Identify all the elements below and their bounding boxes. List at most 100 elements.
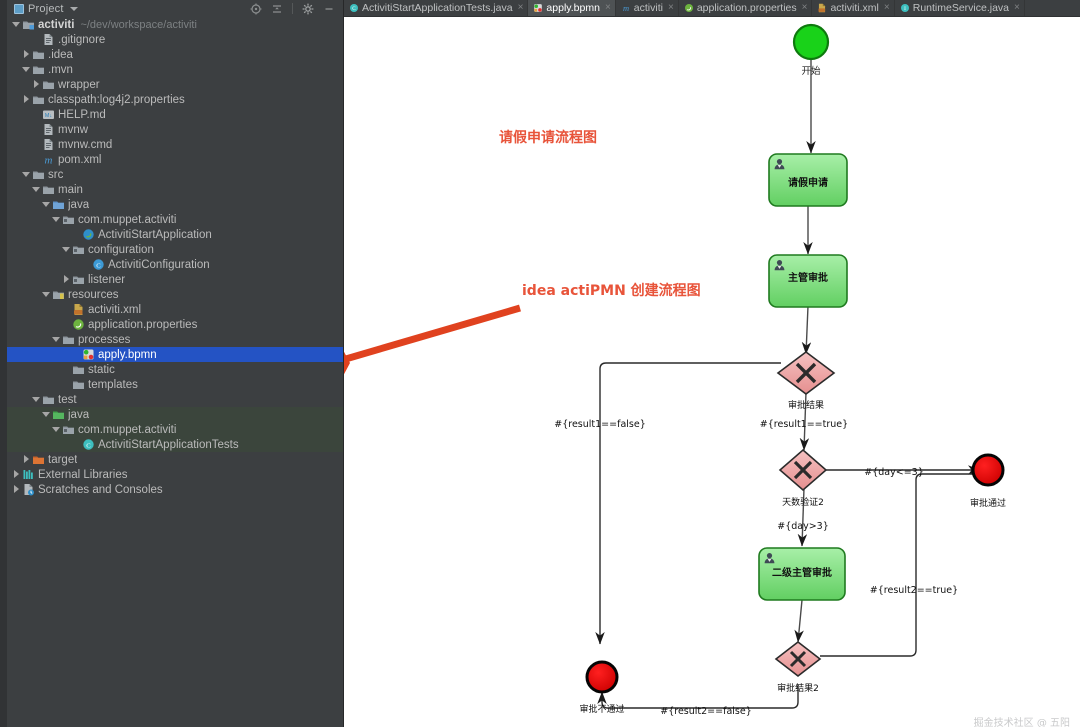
tree-twisty-open-icon[interactable]: [51, 424, 62, 435]
close-icon[interactable]: ×: [668, 3, 674, 13]
tree-twisty-open-icon[interactable]: [51, 214, 62, 225]
editor-tab-runtimeservice-java[interactable]: IRuntimeService.java×: [895, 0, 1025, 16]
close-icon[interactable]: ×: [518, 3, 524, 13]
gear-icon[interactable]: [302, 3, 314, 15]
tree-row-test[interactable]: test: [7, 392, 343, 407]
editor-tab-activiti-xml[interactable]: activiti.xml×: [812, 0, 894, 16]
interface-icon: I: [900, 3, 910, 13]
node-end-event-rejected[interactable]: 审批不通过: [579, 662, 624, 715]
node-gateway-days-check[interactable]: 天数验证2: [780, 450, 826, 508]
svg-text:M↓: M↓: [45, 113, 52, 119]
folder-icon: [32, 63, 45, 76]
tree-row-src[interactable]: src: [7, 167, 343, 182]
tree-twisty-closed-icon[interactable]: [11, 469, 22, 480]
node-start-event[interactable]: 开始: [794, 25, 828, 77]
tree-row-activiti-xml[interactable]: activiti.xml: [7, 302, 343, 317]
close-icon[interactable]: ×: [884, 3, 890, 13]
tree-row-classpath-log4j2-properties[interactable]: classpath:log4j2.properties: [7, 92, 343, 107]
tree-twisty-open-icon[interactable]: [11, 19, 22, 30]
bpmn-diagram-canvas[interactable]: 开始 请假申请: [344, 18, 1080, 727]
editor-tab-activitistartapplicationtests-java[interactable]: CActivitiStartApplicationTests.java×: [344, 0, 528, 16]
tree-row-apply-bpmn[interactable]: apply.bpmn: [7, 347, 343, 362]
tree-twisty-open-icon[interactable]: [41, 289, 52, 300]
annotation-arrow-note: idea actiPMN 创建流程图: [522, 282, 701, 299]
spring-properties-icon: [72, 318, 85, 331]
node-gateway-approval-result[interactable]: 审批结果: [778, 352, 834, 411]
tree-row-mvnw-cmd[interactable]: mvnw.cmd: [7, 137, 343, 152]
node-task-leave-request[interactable]: 请假申请: [769, 154, 847, 206]
node-task-manager-approve[interactable]: 主管审批: [769, 255, 847, 307]
tree-row-help-md[interactable]: M↓HELP.md: [7, 107, 343, 122]
tree-row-idea[interactable]: .idea: [7, 47, 343, 62]
flow-gw3-endfail: [602, 684, 798, 708]
tree-spacer: [71, 349, 82, 360]
tree-row-gitignore[interactable]: .gitignore: [7, 32, 343, 47]
close-icon[interactable]: ×: [802, 3, 808, 13]
tool-window-gutter[interactable]: [0, 0, 7, 727]
flow-gw1-endfail: [600, 363, 781, 644]
node-gateway-approval-result-2[interactable]: 审批结果2: [776, 642, 820, 694]
tree-twisty-open-icon[interactable]: [51, 334, 62, 345]
tree-row-mvn[interactable]: .mvn: [7, 62, 343, 77]
tree-twisty-open-icon[interactable]: [61, 244, 72, 255]
tree-row-mvnw[interactable]: mvnw: [7, 122, 343, 137]
bpmn-icon: [533, 3, 543, 13]
spring-properties-icon: [684, 3, 694, 13]
tree-twisty-closed-icon[interactable]: [11, 484, 22, 495]
editor-tab-activiti[interactable]: m activiti ×: [616, 0, 679, 16]
tree-row-com-muppet-activiti[interactable]: com.muppet.activiti: [7, 422, 343, 437]
tree-row-activitistartapplication[interactable]: ActivitiStartApplication: [7, 227, 343, 242]
collapse-all-icon[interactable]: [271, 3, 283, 15]
tree-row-static[interactable]: static: [7, 362, 343, 377]
tree-row-java[interactable]: java: [7, 407, 343, 422]
tree-twisty-closed-icon[interactable]: [21, 454, 32, 465]
tree-row-scratches-and-consoles[interactable]: Scratches and Consoles: [7, 482, 343, 497]
flow-label-result1-false: #{result1==false}: [554, 419, 646, 430]
node-task-senior-manager-approve[interactable]: 二级主管审批: [759, 548, 845, 600]
project-tree[interactable]: activiti~/dev/workspace/activiti.gitigno…: [7, 17, 343, 727]
tree-twisty-closed-icon[interactable]: [21, 49, 32, 60]
tree-row-activiti[interactable]: activiti~/dev/workspace/activiti: [7, 17, 343, 32]
tree-row-wrapper[interactable]: wrapper: [7, 77, 343, 92]
tree-row-external-libraries[interactable]: External Libraries: [7, 467, 343, 482]
editor-tab-bar[interactable]: CActivitiStartApplicationTests.java×appl…: [344, 0, 1080, 17]
tree-twisty-closed-icon[interactable]: [21, 94, 32, 105]
tree-spacer: [61, 379, 72, 390]
source-root-icon: [52, 198, 65, 211]
tree-row-main[interactable]: main: [7, 182, 343, 197]
tree-row-activiticonfiguration[interactable]: CActivitiConfiguration: [7, 257, 343, 272]
node-end-event-approved[interactable]: 审批通过: [970, 455, 1006, 509]
tree-twisty-open-icon[interactable]: [31, 394, 42, 405]
tree-row-listener[interactable]: listener: [7, 272, 343, 287]
tree-twisty-open-icon[interactable]: [41, 409, 52, 420]
minimize-icon[interactable]: [323, 3, 335, 15]
tree-twisty-closed-icon[interactable]: [31, 79, 42, 90]
tree-row-java[interactable]: java: [7, 197, 343, 212]
close-icon[interactable]: ×: [1014, 3, 1020, 13]
tree-row-activitistartapplicationtests[interactable]: CActivitiStartApplicationTests: [7, 437, 343, 452]
close-icon[interactable]: ×: [605, 3, 611, 13]
tree-twisty-open-icon[interactable]: [21, 169, 32, 180]
tree-row-resources[interactable]: resources: [7, 287, 343, 302]
tree-row-pom-xml[interactable]: mpom.xml: [7, 152, 343, 167]
locate-icon[interactable]: [250, 3, 262, 15]
tree-row-application-properties[interactable]: application.properties: [7, 317, 343, 332]
tree-row-target[interactable]: target: [7, 452, 343, 467]
editor-tab-apply-bpmn[interactable]: apply.bpmn×: [528, 0, 615, 16]
tree-twisty-open-icon[interactable]: [41, 199, 52, 210]
tree-twisty-open-icon[interactable]: [21, 64, 32, 75]
tree-row-templates[interactable]: templates: [7, 377, 343, 392]
tree-twisty-closed-icon[interactable]: [61, 274, 72, 285]
svg-text:m: m: [623, 3, 629, 13]
tree-row-configuration[interactable]: configuration: [7, 242, 343, 257]
tree-twisty-open-icon[interactable]: [31, 184, 42, 195]
file-icon: [42, 138, 55, 151]
tree-row-com-muppet-activiti[interactable]: com.muppet.activiti: [7, 212, 343, 227]
project-panel-selector[interactable]: Project: [7, 3, 78, 15]
editor-tab-label: activiti: [634, 2, 663, 14]
tree-row-label: External Libraries: [38, 469, 127, 481]
node-label-start: 开始: [801, 65, 821, 77]
editor-tab-application-properties[interactable]: application.properties×: [679, 0, 813, 16]
chevron-down-icon[interactable]: [70, 7, 78, 11]
tree-row-processes[interactable]: processes: [7, 332, 343, 347]
